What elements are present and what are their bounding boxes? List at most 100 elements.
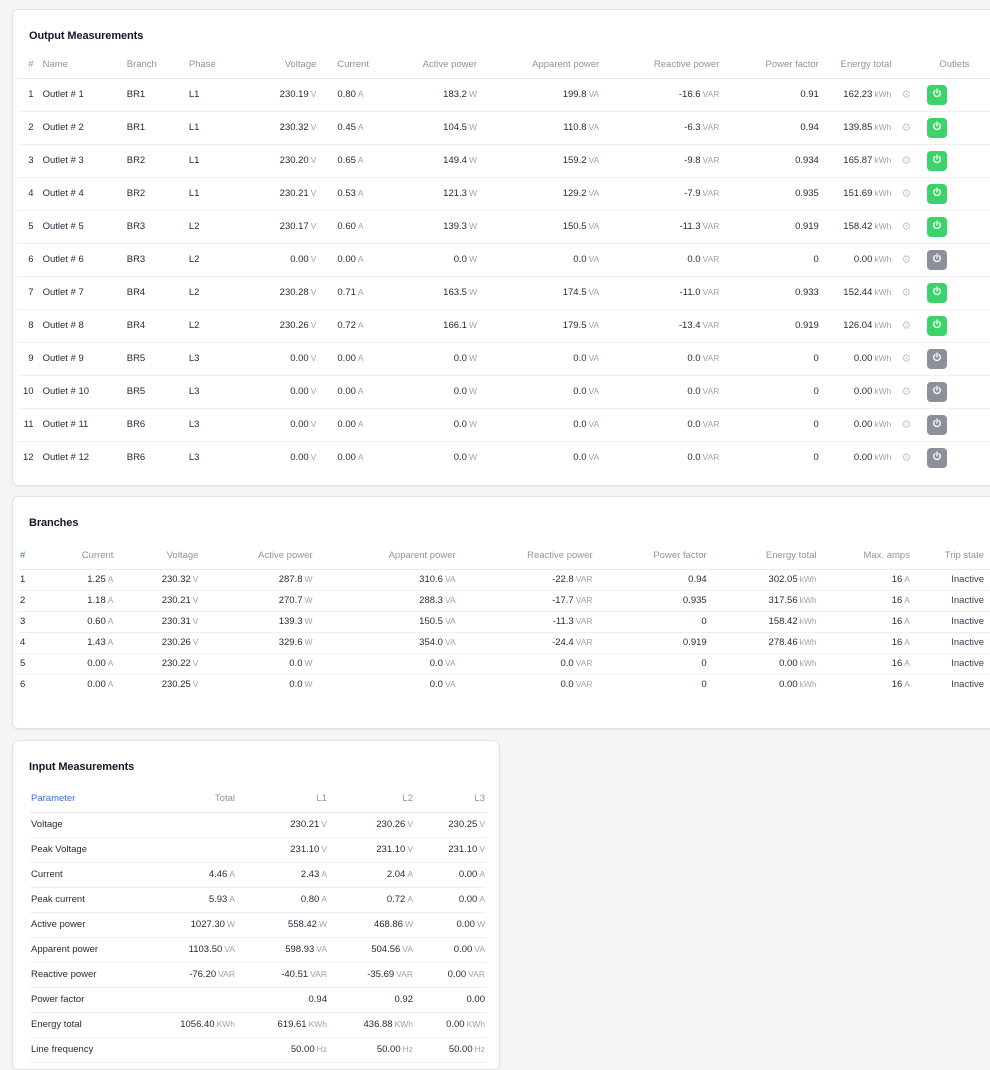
input-l3: 0.00 A	[414, 862, 486, 888]
gear-icon[interactable]: ⚙	[901, 385, 911, 398]
outlet-energy-total-value: 126.04	[843, 320, 873, 331]
col-parameter: Parameter	[30, 786, 130, 813]
col-reactive-power: Reactive power	[600, 52, 721, 79]
outlet-settings-cell: ⚙	[892, 309, 922, 343]
branch-energy-total-value: 302.05	[768, 574, 798, 585]
outlet-power-button[interactable]	[927, 183, 948, 204]
branch-voltage: 230.25 V	[114, 674, 199, 695]
outlet-current-unit: A	[357, 287, 364, 297]
outlet-active-power-value: 163.5	[443, 287, 467, 298]
gear-icon[interactable]: ⚙	[901, 154, 911, 167]
gear-icon[interactable]: ⚙	[901, 286, 911, 299]
outlet-energy-total-unit: kWh	[874, 89, 892, 99]
outlet-phase: L3	[188, 452, 200, 464]
input-l1: 598.93 VA	[236, 937, 328, 963]
gear-icon[interactable]: ⚙	[901, 319, 911, 332]
col-branch-power-factor: Power factor	[593, 543, 708, 570]
branch-energy-total-unit: kWh	[799, 616, 817, 626]
input-l1: 0.80 A	[236, 887, 328, 913]
col-branch-trip-state: Trip state	[910, 543, 990, 570]
outlet-power-button[interactable]	[927, 249, 948, 270]
outlet-active-power-unit: W	[468, 419, 477, 429]
input-l1-value: 50.00	[290, 1044, 315, 1055]
gear-icon[interactable]: ⚙	[901, 220, 911, 233]
branch-voltage-unit: V	[192, 637, 199, 647]
outlet-reactive-power-value: -7.9	[684, 188, 701, 199]
input-total	[130, 987, 236, 1013]
branch-max-amps-unit: A	[904, 574, 910, 584]
outlet-power-button[interactable]	[927, 150, 948, 171]
output-header-row: # Name Branch Phase Voltage Current Acti…	[18, 52, 990, 79]
branch-trip-state: Inactive	[910, 590, 990, 612]
outlet-settings-cell: ⚙	[892, 441, 921, 474]
branch-reactive-power-value: -17.7	[552, 595, 574, 606]
outlet-current-value: 0.72	[337, 320, 356, 331]
col-voltage: Voltage	[244, 52, 318, 79]
gear-icon[interactable]: ⚙	[901, 187, 911, 200]
outlet-power-button[interactable]	[927, 216, 948, 237]
gear-icon[interactable]: ⚙	[901, 121, 911, 134]
input-row: Apparent power 1103.50 VA 598.93 VA 504.56 VA 0…	[30, 937, 486, 963]
outlet-settings-cell: ⚙	[892, 177, 922, 211]
col-name: Name	[34, 52, 126, 79]
outlet-power-button[interactable]	[927, 414, 948, 435]
outlet-reactive-power: 0.0 VAR	[600, 408, 721, 442]
outlet-settings-cell: ⚙	[892, 78, 922, 112]
outlet-power-button[interactable]	[927, 282, 948, 303]
outlet-energy-total-value: 0.00	[853, 452, 873, 464]
outlet-phase: L3	[187, 375, 245, 409]
col-branch-reactive-power: Reactive power	[456, 543, 594, 570]
outlet-reactive-power-unit: VAR	[702, 419, 720, 429]
branch-active-power-value: 139.3	[278, 616, 303, 627]
input-total-unit: W	[226, 919, 235, 929]
outlet-voltage-unit: V	[310, 221, 317, 231]
gear-icon[interactable]: ⚙	[901, 253, 911, 266]
outlet-power-button[interactable]	[927, 348, 948, 369]
outlet-energy-total-unit: kWh	[874, 419, 892, 429]
input-parameter: Peak Voltage	[30, 837, 130, 863]
outlet-active-power-value: 149.4	[443, 155, 467, 166]
branch-current-unit: A	[107, 679, 114, 690]
branch-voltage-value: 230.26	[161, 637, 191, 648]
outlet-power-button[interactable]	[927, 84, 948, 105]
outlet-power-button[interactable]	[927, 447, 948, 468]
outlet-phase: L1	[187, 78, 245, 112]
outlet-power-button[interactable]	[927, 381, 948, 402]
input-l3: 0.00 VA	[414, 937, 486, 963]
outlet-apparent-power: 179.5 VA	[477, 309, 601, 343]
branch-voltage-unit: V	[192, 595, 199, 605]
outlet-energy-total-unit: kWh	[874, 122, 892, 132]
outlet-apparent-power-value: 199.8	[562, 89, 587, 100]
outlet-name: Outlet # 9	[34, 342, 126, 376]
gear-icon[interactable]: ⚙	[901, 352, 911, 365]
input-l3: 0.00 W	[414, 912, 486, 938]
outlet-reactive-power-value: 0.0	[687, 254, 701, 265]
outlet-voltage: 230.19 V	[244, 78, 318, 112]
branch-max-amps: 16 A	[817, 632, 911, 654]
outlet-active-power-value: 121.3	[443, 188, 467, 199]
branch-trip-state: Inactive	[910, 569, 990, 591]
outlet-apparent-power-unit: VA	[588, 320, 600, 330]
gear-icon[interactable]: ⚙	[901, 418, 911, 431]
outlet-energy-total-value: 0.00	[853, 419, 873, 430]
outlet-power-button[interactable]	[927, 315, 948, 336]
input-l3-value: 0.00	[446, 1019, 465, 1030]
outlet-voltage-unit: V	[310, 320, 317, 330]
input-row: Energy total 1056.40 KWh 619.61 KWh 436.88 KWh…	[30, 1012, 486, 1038]
outlet-power-button[interactable]	[927, 117, 948, 138]
outlet-power-factor: 0	[813, 452, 819, 464]
gear-icon[interactable]: ⚙	[901, 451, 911, 464]
outlet-phase: L2	[187, 210, 245, 244]
outlet-phase: L1	[187, 111, 245, 145]
power-icon	[932, 88, 942, 101]
input-l2-unit: W	[404, 919, 413, 929]
branch-current: 1.43 A	[39, 632, 115, 654]
col-l1: L1	[236, 786, 328, 813]
outlet-reactive-power-value: 0.0	[687, 353, 701, 364]
branch-reactive-power: -22.8 VAR	[456, 569, 594, 591]
input-parameter: Active power	[30, 912, 130, 938]
branch-apparent-power-unit: VA	[444, 679, 456, 690]
input-l3: 230.25 V	[414, 812, 486, 838]
gear-icon[interactable]: ⚙	[901, 88, 911, 101]
input-row: Current 4.46 A 2.43 A 2.04 A 0.00 A	[30, 862, 486, 888]
